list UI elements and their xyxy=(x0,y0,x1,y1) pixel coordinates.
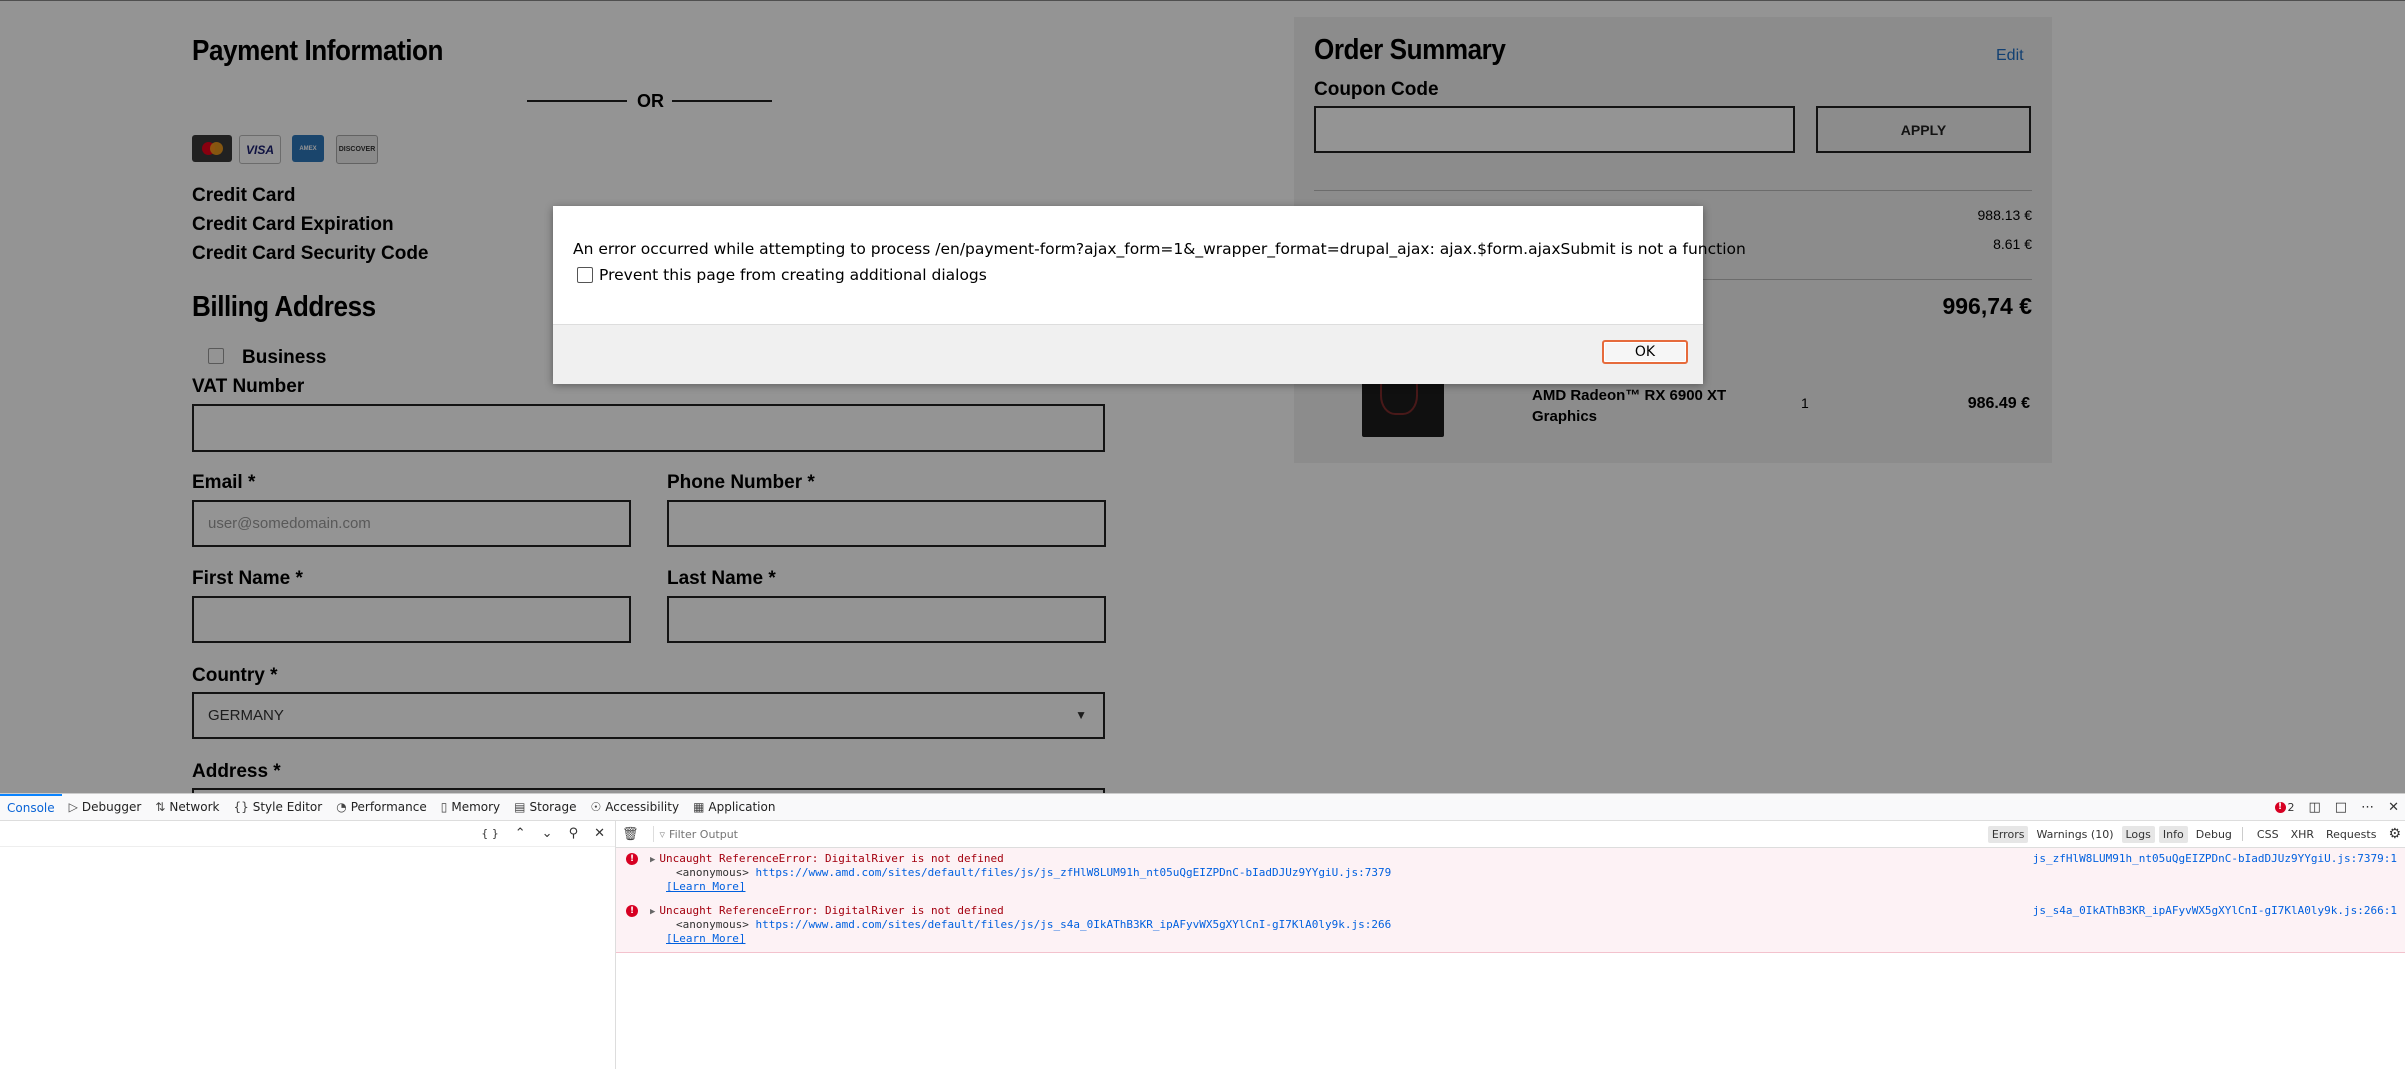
filter-output-input[interactable] xyxy=(667,826,1872,842)
tab-memory[interactable]: ▯ Memory xyxy=(434,794,507,820)
devtools-panel: Console ▷ Debugger ⇅ Network {} Style Edito… xyxy=(0,793,2405,1069)
tab-network[interactable]: ⇅ Network xyxy=(148,794,226,820)
console-error-row[interactable]: ! ▶ Uncaught ReferenceError: DigitalRiver… xyxy=(616,848,2405,901)
ok-button[interactable]: OK xyxy=(1602,340,1688,364)
filter-icon: ▿ xyxy=(659,827,666,841)
expand-triangle-icon[interactable]: ▶ xyxy=(650,855,655,865)
learn-more-link[interactable]: [Learn More] xyxy=(666,880,745,893)
tab-console[interactable]: Console xyxy=(0,794,62,820)
console-output: 🗑 ▿ Errors Warnings (10) Logs Info Debug… xyxy=(616,821,2405,1069)
memory-icon: ▯ xyxy=(440,800,448,814)
error-icon: ! xyxy=(626,905,638,917)
modal-overlay xyxy=(0,0,2405,793)
filter-xhr[interactable]: XHR xyxy=(2287,826,2318,843)
devtools-tab-bar: Console ▷ Debugger ⇅ Network {} Style Edito… xyxy=(0,794,2405,821)
filter-errors[interactable]: Errors xyxy=(1987,825,2029,843)
log-level-filters: Errors Warnings (10) Logs Info Debug CSS… xyxy=(1984,821,2405,847)
stack-frame: <anonymous> xyxy=(676,866,749,879)
expand-triangle-icon[interactable]: ▶ xyxy=(650,907,655,917)
prevent-dialogs-option[interactable]: Prevent this page from creating addition… xyxy=(577,266,987,284)
close-icon[interactable]: ✕ xyxy=(594,826,605,841)
chevron-down-icon[interactable]: ⌄ xyxy=(542,826,553,841)
tab-application[interactable]: ▦ Application xyxy=(686,794,782,820)
gauge-icon: ◔ xyxy=(336,800,347,814)
dialog-message: An error occurred while attempting to pr… xyxy=(573,240,1746,258)
tab-performance[interactable]: ◔ Performance xyxy=(329,794,434,820)
sidebar-toolbar: { } ⌃ ⌄ ⚲ ✕ xyxy=(0,821,615,847)
stack-url-link[interactable]: https://www.amd.com/sites/default/files/… xyxy=(755,918,1391,931)
chevron-up-icon[interactable]: ⌃ xyxy=(515,826,526,841)
filter-debug[interactable]: Debug xyxy=(2192,826,2236,843)
pretty-print-icon[interactable]: { } xyxy=(481,827,499,840)
error-icon: ! xyxy=(2274,801,2286,813)
filter-logs[interactable]: Logs xyxy=(2121,825,2155,843)
trash-icon[interactable]: 🗑 xyxy=(622,827,639,842)
debugger-icon: ▷ xyxy=(68,800,78,814)
dock-icon[interactable]: □ xyxy=(2335,800,2347,815)
search-icon[interactable]: ⚲ xyxy=(569,826,579,841)
error-message: Uncaught ReferenceError: DigitalRiver is… xyxy=(659,904,1004,917)
tab-style-editor[interactable]: {} Style Editor xyxy=(226,794,329,820)
debugger-sidebar: { } ⌃ ⌄ ⚲ ✕ xyxy=(0,821,616,1069)
console-filter-bar: 🗑 ▿ Errors Warnings (10) Logs Info Debug… xyxy=(616,821,2405,848)
filter-css[interactable]: CSS xyxy=(2253,826,2283,843)
grid-icon: ▦ xyxy=(693,800,705,814)
source-link[interactable]: js_s4a_0IkAThB3KR_ipAFyvWX5gXYlCnI-gI7Kl… xyxy=(2033,904,2397,917)
tab-debugger[interactable]: ▷ Debugger xyxy=(62,794,149,820)
alert-dialog: An error occurred while attempting to pr… xyxy=(553,206,1746,384)
filter-requests[interactable]: Requests xyxy=(2322,826,2380,843)
settings-gear-icon[interactable]: ⚙ xyxy=(2388,826,2401,842)
close-icon[interactable]: ✕ xyxy=(2388,800,2399,815)
tab-storage[interactable]: ▤ Storage xyxy=(507,794,583,820)
stack-url-link[interactable]: https://www.amd.com/sites/default/files/… xyxy=(755,866,1391,879)
prevent-dialogs-label: Prevent this page from creating addition… xyxy=(599,266,987,284)
stack-frame: <anonymous> xyxy=(676,918,749,931)
braces-icon: {} xyxy=(233,800,249,814)
tab-accessibility[interactable]: ☉ Accessibility xyxy=(583,794,686,820)
storage-icon: ▤ xyxy=(514,800,526,814)
dialog-footer: OK xyxy=(553,324,1703,384)
accessibility-icon: ☉ xyxy=(590,800,602,814)
learn-more-link[interactable]: [Learn More] xyxy=(666,932,745,945)
source-link[interactable]: js_zfHlW8LUM91h_nt05uQgEIZPDnC-bIadDJUz9… xyxy=(2033,852,2397,865)
filter-info[interactable]: Info xyxy=(2158,825,2188,843)
console-error-row[interactable]: ! ▶ Uncaught ReferenceError: DigitalRiver… xyxy=(616,900,2405,953)
error-message: Uncaught ReferenceError: DigitalRiver is… xyxy=(659,852,1004,865)
error-count-badge[interactable]: ! 2 xyxy=(2274,801,2295,814)
error-icon: ! xyxy=(626,853,638,865)
network-icon: ⇅ xyxy=(155,800,166,814)
devtools-controls: ! 2 ◫ □ ⋯ ✕ xyxy=(2274,794,2399,820)
prevent-dialogs-checkbox[interactable] xyxy=(577,267,593,283)
more-options-icon[interactable]: ⋯ xyxy=(2361,800,2374,815)
split-console-icon[interactable]: ◫ xyxy=(2309,800,2321,815)
filter-warnings[interactable]: Warnings (10) xyxy=(2032,826,2117,843)
